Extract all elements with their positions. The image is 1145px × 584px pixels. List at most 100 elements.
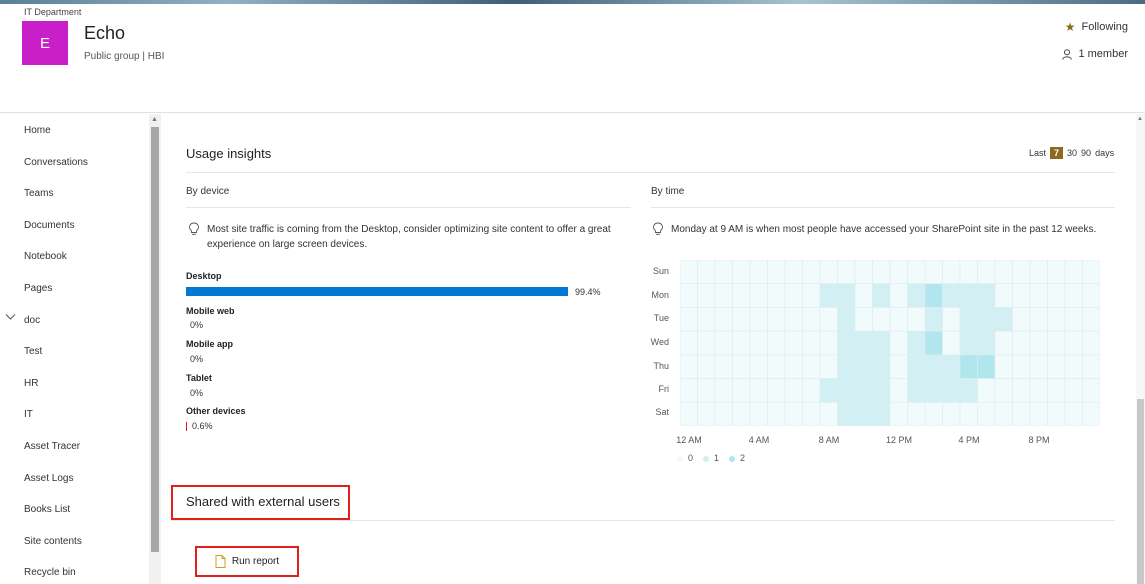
heatmap-cell [924, 354, 943, 379]
range-option-30[interactable]: 30 [1067, 148, 1077, 158]
heatmap-cell [802, 330, 821, 356]
heatmap-cell [994, 330, 1013, 356]
page-scrollbar-thumb[interactable] [1137, 399, 1144, 584]
heatmap-cell [889, 378, 908, 403]
usage-heatmap [680, 260, 1100, 426]
heatmap-cell [767, 330, 786, 356]
heatmap-cell [819, 378, 838, 403]
nav-item-doc[interactable]: doc [24, 315, 40, 326]
run-report-button[interactable]: Run report [195, 546, 299, 577]
divider [171, 520, 1115, 521]
by-device-heading: By device [186, 186, 230, 197]
heatmap-cell [854, 378, 873, 403]
heatmap-cell [714, 354, 733, 379]
heatmap-cell [942, 401, 961, 426]
usage-insights-title: Usage insights [186, 146, 272, 161]
heatmap-cell [994, 307, 1013, 332]
heatmap-cell [732, 330, 751, 356]
heatmap-cell [959, 354, 978, 379]
nav-item-teams[interactable]: Teams [24, 188, 53, 199]
scroll-up-arrow-icon[interactable]: ▲ [151, 116, 158, 123]
heatmap-cell [749, 378, 768, 403]
heatmap-cell [907, 283, 926, 308]
heatmap-cell [1064, 283, 1083, 308]
heatmap-legend: 0 1 2 [677, 453, 745, 463]
nav-item-it[interactable]: IT [24, 409, 33, 420]
nav-item-documents[interactable]: Documents [24, 220, 75, 231]
nav-item-recycle-bin[interactable]: Recycle bin [24, 567, 76, 578]
heatmap-day-label: Sun [652, 266, 669, 276]
nav-item-conversations[interactable]: Conversations [24, 157, 88, 168]
nav-item-hr[interactable]: HR [24, 378, 38, 389]
heatmap-cell [872, 354, 891, 379]
heatmap-cell [784, 330, 803, 356]
nav-item-site-contents[interactable]: Site contents [24, 536, 82, 547]
site-logo[interactable]: E [22, 21, 68, 65]
heatmap-cell [749, 354, 768, 379]
heatmap-cell [732, 260, 751, 285]
heatmap-cell [977, 378, 996, 403]
nav-scrollbar[interactable]: ▲ [149, 114, 161, 584]
nav-item-test[interactable]: Test [24, 346, 42, 357]
heatmap-cell [732, 283, 751, 308]
members-button[interactable]: 1 member [1062, 48, 1128, 60]
heatmap-cell [1047, 401, 1066, 426]
heatmap-cell [1029, 354, 1048, 379]
heatmap-cell [732, 401, 751, 426]
hub-site-link[interactable]: IT Department [24, 7, 81, 17]
run-report-label: Run report [231, 556, 280, 567]
heatmap-day-label: Sat [655, 407, 669, 417]
heatmap-cell [1082, 307, 1100, 332]
heatmap-cell [1082, 330, 1100, 356]
heatmap-cell [942, 260, 961, 285]
heatmap-cell [767, 307, 786, 332]
heatmap-cell [767, 260, 786, 285]
heatmap-cell [714, 283, 733, 308]
range-option-7[interactable]: 7 [1050, 147, 1064, 159]
nav-item-asset-tracer[interactable]: Asset Tracer [24, 441, 80, 452]
nav-item-home[interactable]: Home [24, 125, 51, 136]
device-value-mobile-web: 0% [190, 320, 204, 330]
heatmap-cell [959, 401, 978, 426]
heatmap-cell [697, 283, 716, 308]
shared-external-title: Shared with external users [186, 494, 340, 509]
scroll-up-arrow-icon[interactable]: ▲ [1137, 116, 1143, 122]
heatmap-cell [837, 260, 856, 285]
heatmap-cell [784, 260, 803, 285]
follow-button[interactable]: ★ Following [1065, 20, 1128, 34]
nav-scrollbar-thumb[interactable] [151, 127, 159, 552]
heatmap-cell [872, 330, 891, 356]
heatmap-cell [1064, 378, 1083, 403]
heatmap-cell [942, 354, 961, 379]
heatmap-cell [1047, 354, 1066, 379]
heatmap-cell [994, 283, 1013, 308]
nav-item-pages[interactable]: Pages [24, 283, 52, 294]
heatmap-cell [942, 307, 961, 332]
heatmap-cell [1064, 401, 1083, 426]
legend-label: 2 [740, 453, 746, 463]
heatmap-cell [854, 283, 873, 308]
nav-item-notebook[interactable]: Notebook [24, 251, 67, 262]
chevron-down-icon[interactable] [5, 313, 16, 324]
nav-item-books-list[interactable]: Books List [24, 504, 70, 515]
heatmap-cell [1012, 378, 1031, 403]
heatmap-day-label: Tue [653, 313, 669, 323]
heatmap-cell [837, 354, 856, 379]
page-scrollbar[interactable]: ▲ [1136, 114, 1145, 584]
site-title[interactable]: Echo [84, 23, 125, 44]
range-prefix: Last [1029, 148, 1047, 158]
heatmap-cell [1029, 378, 1048, 403]
heatmap-cell [1012, 283, 1031, 308]
range-option-90[interactable]: 90 [1081, 148, 1091, 158]
heatmap-cell [697, 307, 716, 332]
heatmap-cell [889, 283, 908, 308]
heatmap-cell [854, 401, 873, 426]
heatmap-cell [1047, 260, 1066, 285]
heatmap-hour-label: 12 PM [885, 435, 913, 445]
heatmap-cell [767, 354, 786, 379]
heatmap-cell [732, 354, 751, 379]
heatmap-cell [1012, 330, 1031, 356]
nav-item-asset-logs[interactable]: Asset Logs [24, 473, 73, 484]
heatmap-cell [837, 307, 856, 332]
heatmap-cell [1012, 354, 1031, 379]
